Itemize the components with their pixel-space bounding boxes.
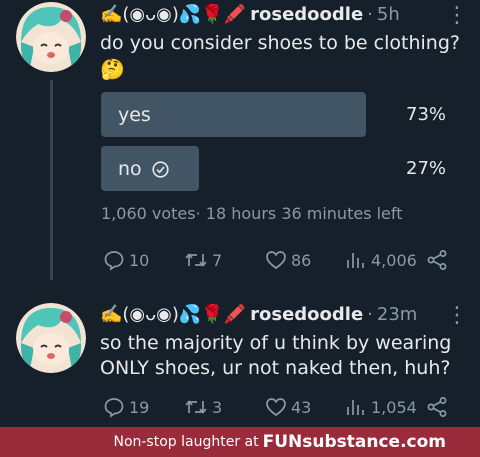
username[interactable]: rosedoodle <box>250 3 363 27</box>
time-left: 18 hours 36 minutes left <box>205 204 403 223</box>
retweet-icon <box>185 400 207 414</box>
more-options-icon[interactable]: ⋮ <box>446 305 468 327</box>
check-circle-icon <box>152 160 169 178</box>
share-icon <box>427 250 447 270</box>
retweet-count: 7 <box>212 250 223 270</box>
avatar[interactable] <box>16 303 86 373</box>
reply-icon <box>104 398 124 418</box>
share-icon <box>427 397 447 417</box>
avatar[interactable] <box>16 2 86 72</box>
tweet-header: ✍️(◉ᴗ◉)💦🌹🖍️ rosedoodle · 23m <box>100 303 417 327</box>
views-icon <box>347 400 364 415</box>
timestamp[interactable]: 5h <box>377 3 400 27</box>
username[interactable]: rosedoodle <box>250 303 363 327</box>
like-count: 43 <box>291 397 312 417</box>
thread-line <box>50 80 53 280</box>
reply-button[interactable]: 19 <box>103 396 149 418</box>
reply-count: 19 <box>129 397 150 417</box>
tweet-text: do you consider shoes to be clothing? <box>100 32 460 54</box>
poll-percent-yes: 73% <box>406 104 447 125</box>
like-count: 86 <box>291 250 312 270</box>
poll-option-yes: yes <box>118 104 151 126</box>
view-count: 4,006 <box>371 250 417 270</box>
retweet-button[interactable]: 3 <box>184 396 222 418</box>
heart-icon <box>266 251 286 270</box>
thinking-emoji: 🤔 <box>100 57 125 81</box>
share-button[interactable] <box>426 249 452 271</box>
share-button[interactable] <box>426 396 452 418</box>
retweet-button[interactable]: 7 <box>184 249 222 271</box>
vote-count: 1,060 votes <box>101 204 196 223</box>
reply-button[interactable]: 10 <box>103 249 149 271</box>
reply-count: 10 <box>129 250 150 270</box>
footer-text: Non-stop laughter at <box>113 434 259 450</box>
more-options-icon[interactable]: ⋮ <box>446 5 468 27</box>
views-button[interactable]: 4,006 <box>345 249 417 271</box>
tweet-text-line: so the majority of u think by wearing <box>100 332 452 354</box>
tweet-text-line: ONLY shoes, ur not naked then, huh? <box>100 357 451 379</box>
display-name[interactable]: ✍️(◉ᴗ◉)💦🌹🖍️ <box>100 303 246 327</box>
views-button[interactable]: 1,054 <box>345 396 417 418</box>
like-button[interactable]: 86 <box>265 249 311 271</box>
watermark-footer: Non-stop laughter at FUNsubstance.com <box>0 427 480 457</box>
footer-brand: FUNsubstance.com <box>262 432 446 452</box>
retweet-count: 3 <box>212 397 223 417</box>
poll-percent-no: 27% <box>406 158 447 179</box>
display-name[interactable]: ✍️(◉ᴗ◉)💦🌹🖍️ <box>100 3 246 27</box>
poll-option-label: no <box>118 158 142 180</box>
retweet-icon <box>185 253 207 267</box>
poll-meta: 1,060 votes· 18 hours 36 minutes left <box>101 204 403 223</box>
like-button[interactable]: 43 <box>265 396 311 418</box>
view-count: 1,054 <box>371 397 417 417</box>
poll-option-no: no <box>118 157 169 181</box>
tweet-header: ✍️(◉ᴗ◉)💦🌹🖍️ rosedoodle · 5h <box>100 3 400 27</box>
separator-dot: · <box>367 4 373 25</box>
timestamp[interactable]: 23m <box>377 303 417 327</box>
heart-icon <box>266 398 286 417</box>
reply-icon <box>104 251 124 271</box>
views-icon <box>347 253 364 268</box>
separator-dot: · <box>367 304 373 325</box>
